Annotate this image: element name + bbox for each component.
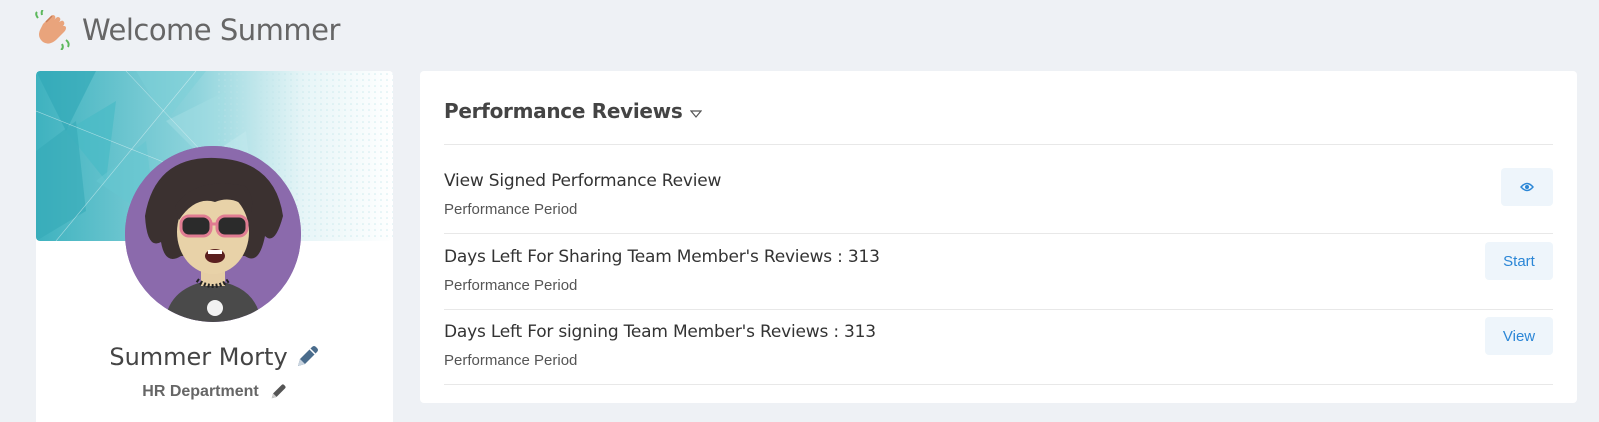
welcome-header: Welcome Summer	[34, 9, 340, 51]
performance-reviews-title: Performance Reviews	[444, 99, 683, 123]
review-title: Days Left For signing Team Member's Revi…	[444, 322, 876, 342]
view-signed-review-button[interactable]	[1501, 168, 1553, 206]
performance-reviews-header[interactable]: Performance Reviews	[444, 99, 703, 123]
welcome-title: Welcome Summer	[82, 13, 340, 47]
department-row: HR Department	[36, 383, 393, 401]
review-subtitle: Performance Period	[444, 352, 578, 369]
edit-name-pencil-icon[interactable]	[294, 344, 320, 370]
divider	[444, 384, 1553, 385]
waving-hand-icon	[34, 9, 72, 51]
review-title: View Signed Performance Review	[444, 171, 722, 191]
department-label: HR Department	[142, 383, 259, 400]
avatar	[125, 146, 301, 322]
eye-icon	[1520, 179, 1534, 196]
start-button[interactable]: Start	[1485, 242, 1553, 280]
review-title: Days Left For Sharing Team Member's Revi…	[444, 247, 880, 267]
caret-down-icon[interactable]	[690, 106, 703, 118]
view-button[interactable]: View	[1485, 317, 1553, 355]
performance-reviews-card: Performance Reviews View Signed Performa…	[420, 71, 1577, 403]
review-subtitle: Performance Period	[444, 277, 578, 294]
edit-department-pencil-icon[interactable]	[269, 383, 287, 401]
profile-card: Summer Morty HR Department	[36, 71, 393, 422]
profile-name: Summer Morty	[109, 343, 288, 371]
profile-name-row: Summer Morty	[36, 343, 393, 371]
divider	[444, 144, 1553, 145]
divider	[444, 309, 1553, 310]
review-subtitle: Performance Period	[444, 201, 578, 218]
divider	[444, 233, 1553, 234]
